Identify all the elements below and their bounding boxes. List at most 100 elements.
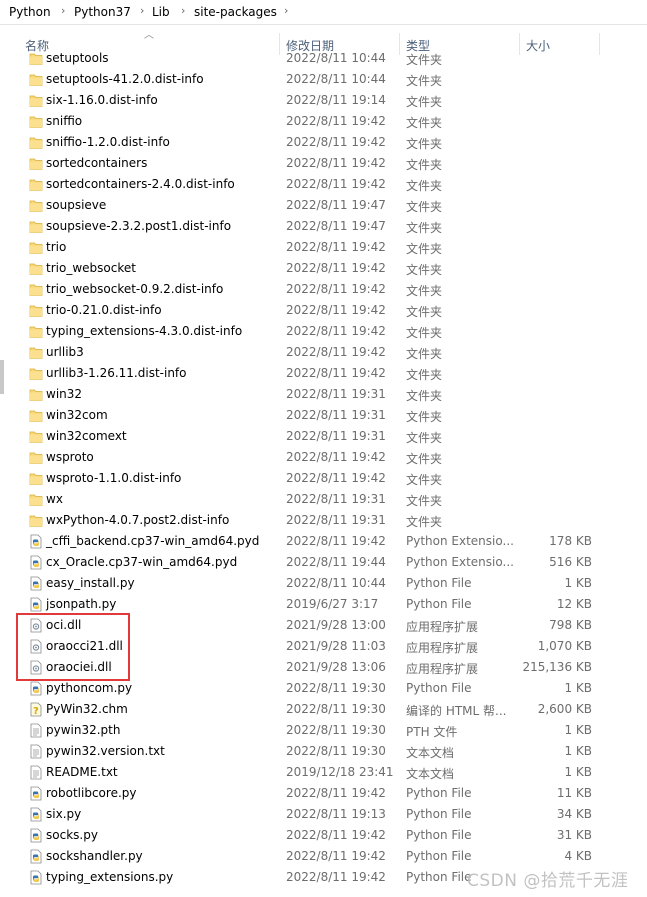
file-name: README.txt [46,765,118,779]
file-row[interactable]: soupsieve-2.3.2.post1.dist-info 2022/8/11… [0,216,647,237]
file-row[interactable]: urllib3-1.26.11.dist-info 2022/8/11 19:42… [0,363,647,384]
file-row[interactable]: _cffi_backend.cp37-win_amd64.pyd 2022/8/1… [0,531,647,552]
file-size: 178 KB [549,534,592,548]
file-name: sortedcontainers-2.4.0.dist-info [46,177,235,191]
file-row[interactable]: pythoncom.py 2022/8/11 19:30 Python File 1 … [0,678,647,699]
file-size: 34 KB [556,807,592,821]
file-row[interactable]: ? PyWin32.chm 2022/8/11 19:30 编译的 HTML 帮...… [0,699,647,720]
file-name: cx_Oracle.cp37-win_amd64.pyd [46,555,238,569]
file-row[interactable]: setuptools 2022/8/11 10:44 文件夹 [0,49,647,69]
file-name: urllib3 [46,345,84,359]
breadcrumb-item-site-packages[interactable]: site-packages [194,5,277,19]
file-name: six.py [46,807,82,821]
file-type: 应用程序扩展 [406,620,479,634]
file-row[interactable]: typing_extensions-4.3.0.dist-info 2022/8/… [0,321,647,342]
file-type: Python File [406,681,472,695]
file-size: 2,600 KB [537,702,592,716]
file-row[interactable]: sockshandler.py 2022/8/11 19:42 Python Fil… [0,846,647,867]
folder-icon [29,513,43,528]
python-file-icon [29,807,43,822]
file-date: 2022/8/11 19:42 [286,534,386,548]
file-name: setuptools-41.2.0.dist-info [46,72,204,86]
file-row[interactable]: cx_Oracle.cp37-win_amd64.pyd 2022/8/11 19… [0,552,647,573]
file-row[interactable]: sniffio 2022/8/11 19:42 文件夹 [0,111,647,132]
file-date: 2022/8/11 19:14 [286,93,386,107]
file-type: 文本文档 [406,746,455,760]
file-row[interactable]: trio_websocket-0.9.2.dist-info 2022/8/11 … [0,279,647,300]
file-name: robotlibcore.py [46,786,137,800]
file-type: 文件夹 [406,452,443,466]
breadcrumb-item-python[interactable]: Python [9,5,51,19]
watermark: CSDN @拾荒千无涯 [467,871,629,891]
file-date: 2022/8/11 19:42 [286,366,386,380]
file-row[interactable]: urllib3 2022/8/11 19:42 文件夹 [0,342,647,363]
file-date: 2021/9/28 13:00 [286,618,386,632]
file-date: 2022/8/11 19:42 [286,471,386,485]
file-row[interactable]: README.txt 2019/12/18 23:41 文本文档 1 KB [0,762,647,783]
python-file-icon [29,555,43,570]
file-name: trio-0.21.0.dist-info [46,303,162,317]
file-name: trio_websocket-0.9.2.dist-info [46,282,224,296]
file-name: soupsieve-2.3.2.post1.dist-info [46,219,232,233]
file-row[interactable]: robotlibcore.py 2022/8/11 19:42 Python Fil… [0,783,647,804]
python-file-icon [29,849,43,864]
file-date: 2021/9/28 11:03 [286,639,386,653]
breadcrumb-item-python37[interactable]: Python37 [74,5,131,19]
file-date: 2022/8/11 19:42 [286,786,386,800]
file-row[interactable]: wxPython-4.0.7.post2.dist-info 2022/8/11 … [0,510,647,531]
python-file-icon [29,786,43,801]
file-row[interactable]: sortedcontainers 2022/8/11 19:42 文件夹 [0,153,647,174]
file-row[interactable]: trio 2022/8/11 19:42 文件夹 [0,237,647,258]
breadcrumb-chevron-icon[interactable]: › [181,4,185,17]
file-type: Python File [406,597,472,611]
file-date: 2022/8/11 19:42 [286,135,386,149]
file-type: 文件夹 [406,53,443,67]
file-row[interactable]: win32com 2022/8/11 19:31 文件夹 [0,405,647,426]
breadcrumb-chevron-icon[interactable]: › [61,4,65,17]
file-size: 12 KB [556,597,592,611]
file-type: 文件夹 [406,284,443,298]
file-name: typing_extensions-4.3.0.dist-info [46,324,243,338]
file-row[interactable]: pywin32.version.txt 2022/8/11 19:30 文本文档 1 … [0,741,647,762]
file-date: 2022/8/11 19:42 [286,282,386,296]
folder-icon [29,429,43,444]
file-row[interactable]: six-1.16.0.dist-info 2022/8/11 19:14 文件夹 [0,90,647,111]
file-row[interactable]: wsproto 2022/8/11 19:42 文件夹 [0,447,647,468]
file-row[interactable]: win32 2022/8/11 19:31 文件夹 [0,384,647,405]
file-row[interactable]: pywin32.pth 2022/8/11 19:30 PTH 文件 1 KB [0,720,647,741]
file-row[interactable]: soupsieve 2022/8/11 19:47 文件夹 [0,195,647,216]
file-row[interactable]: sniffio-1.2.0.dist-info 2022/8/11 19:42 文件… [0,132,647,153]
file-type: 文件夹 [406,95,443,109]
folder-icon [29,51,43,66]
file-row[interactable]: six.py 2022/8/11 19:13 Python File 34 KB [0,804,647,825]
folder-icon [29,72,43,87]
file-row[interactable]: trio_websocket 2022/8/11 19:42 文件夹 [0,258,647,279]
file-row[interactable]: wsproto-1.1.0.dist-info 2022/8/11 19:42 文件… [0,468,647,489]
python-file-icon [29,576,43,591]
breadcrumb-chevron-icon[interactable]: › [140,4,144,17]
folder-icon [29,240,43,255]
folder-icon [29,219,43,234]
file-row[interactable]: sortedcontainers-2.4.0.dist-info 2022/8/1… [0,174,647,195]
file-row[interactable]: trio-0.21.0.dist-info 2022/8/11 19:42 文件夹 [0,300,647,321]
file-name: typing_extensions.py [46,870,174,884]
file-row[interactable]: socks.py 2022/8/11 19:42 Python File 31 KB [0,825,647,846]
folder-icon [29,450,43,465]
file-row[interactable]: wx 2022/8/11 19:31 文件夹 [0,489,647,510]
file-row[interactable]: easy_install.py 2022/8/11 10:44 Python Fil… [0,573,647,594]
file-name: six-1.16.0.dist-info [46,93,158,107]
file-row[interactable]: jsonpath.py 2019/6/27 3:17 Python File 12 K… [0,594,647,615]
file-date: 2022/8/11 19:42 [286,870,386,884]
highlight-box [16,613,130,681]
breadcrumb-chevron-icon[interactable]: › [284,4,288,17]
file-type: 文件夹 [406,410,443,424]
breadcrumb-item-lib[interactable]: Lib [152,5,170,19]
file-name: soupsieve [46,198,107,212]
file-type: 文件夹 [406,326,443,340]
file-type: Python File [406,849,472,863]
file-type: 文件夹 [406,473,443,487]
folder-icon [29,261,43,276]
file-row[interactable]: win32comext 2022/8/11 19:31 文件夹 [0,426,647,447]
file-name: wxPython-4.0.7.post2.dist-info [46,513,230,527]
file-row[interactable]: setuptools-41.2.0.dist-info 2022/8/11 10:… [0,69,647,90]
